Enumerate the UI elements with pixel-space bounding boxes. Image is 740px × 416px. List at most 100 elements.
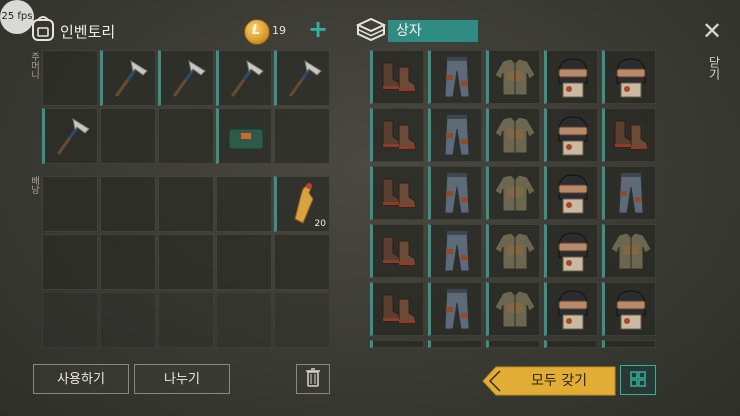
empty-slot[interactable] (158, 234, 214, 290)
chest-slot-partial (370, 340, 424, 348)
item-slot[interactable] (486, 282, 540, 336)
item-slot[interactable] (486, 50, 540, 104)
toolbox-icon (221, 111, 271, 161)
hatchet-icon (105, 53, 155, 103)
item-slot[interactable]: 20 (274, 176, 330, 232)
crate-icon (356, 17, 386, 41)
empty-slot[interactable] (274, 108, 330, 164)
empty-slot[interactable] (158, 108, 214, 164)
chest-slot-partial (602, 340, 656, 348)
empty-slot[interactable] (42, 176, 98, 232)
plus-icon[interactable]: + (308, 16, 328, 42)
chest-slot-partial (428, 340, 482, 348)
fps-counter: 25 fps (0, 0, 34, 34)
item-slot[interactable] (42, 108, 98, 164)
coin-icon: L (244, 19, 270, 45)
empty-slot[interactable] (100, 292, 156, 348)
boots-icon (375, 285, 423, 333)
backpack-label: 배낭 (29, 176, 39, 194)
helmet-icon (607, 53, 655, 101)
item-slot[interactable] (370, 108, 424, 162)
empty-slot[interactable] (42, 50, 98, 106)
empty-slot[interactable] (100, 108, 156, 164)
item-slot[interactable] (428, 50, 482, 104)
empty-slot[interactable] (216, 176, 272, 232)
helmet-icon (549, 53, 597, 101)
grid-view-icon (630, 371, 646, 387)
item-slot[interactable] (370, 282, 424, 336)
hatchet-icon (279, 53, 329, 103)
jacket-icon (491, 227, 539, 275)
helmet-icon (607, 285, 655, 333)
jacket-icon (607, 227, 655, 275)
jacket-icon (491, 111, 539, 159)
item-slot[interactable] (544, 108, 598, 162)
helmet-icon (549, 169, 597, 217)
backpack-icon (30, 14, 56, 42)
pocket-label: 주머니 (29, 52, 39, 79)
pants-icon (433, 227, 481, 275)
take-all-label: 모두 갖기 (531, 373, 587, 389)
item-slot[interactable] (428, 166, 482, 220)
close-icon[interactable]: ✕ (702, 18, 722, 44)
item-slot[interactable] (370, 166, 424, 220)
item-count: 20 (314, 219, 326, 229)
pants-icon (433, 53, 481, 101)
empty-slot[interactable] (42, 292, 98, 348)
item-slot[interactable] (216, 108, 272, 164)
empty-slot[interactable] (100, 176, 156, 232)
close-label[interactable]: 닫기 (706, 56, 723, 80)
helmet-icon (549, 285, 597, 333)
chest-title: 상자 (388, 20, 478, 42)
item-slot[interactable] (428, 224, 482, 278)
item-slot[interactable] (274, 50, 330, 106)
item-slot[interactable] (602, 224, 656, 278)
boots-icon (375, 53, 423, 101)
chest-slot-partial (544, 340, 598, 348)
item-slot[interactable] (544, 166, 598, 220)
item-slot[interactable] (602, 108, 656, 162)
item-slot[interactable] (486, 108, 540, 162)
trash-button[interactable] (296, 364, 330, 394)
use-button[interactable]: 사용하기 (33, 364, 129, 394)
item-slot[interactable] (602, 50, 656, 104)
chest-slot-partial (486, 340, 540, 348)
item-slot[interactable] (486, 166, 540, 220)
jacket-icon (491, 53, 539, 101)
item-slot[interactable] (158, 50, 214, 106)
hatchet-icon (163, 53, 213, 103)
item-slot[interactable] (100, 50, 156, 106)
empty-slot[interactable] (100, 234, 156, 290)
empty-slot[interactable] (42, 234, 98, 290)
boots-icon (375, 169, 423, 217)
empty-slot[interactable] (274, 234, 330, 290)
hatchet-icon (221, 53, 271, 103)
item-slot[interactable] (428, 282, 482, 336)
item-slot[interactable] (602, 282, 656, 336)
item-slot[interactable] (370, 50, 424, 104)
item-slot[interactable] (602, 166, 656, 220)
jacket-icon (491, 169, 539, 217)
inventory-title: 인벤토리 (60, 23, 116, 41)
take-all-button[interactable]: 모두 갖기 (482, 366, 616, 396)
boots-icon (607, 111, 655, 159)
empty-slot[interactable] (158, 292, 214, 348)
grid-view-button[interactable] (620, 365, 656, 395)
item-slot[interactable] (216, 50, 272, 106)
empty-slot[interactable] (158, 176, 214, 232)
item-slot[interactable] (544, 224, 598, 278)
empty-slot[interactable] (274, 292, 330, 348)
item-slot[interactable] (370, 224, 424, 278)
coin-count: 19 (272, 24, 286, 37)
hatchet-icon (47, 111, 97, 161)
empty-slot[interactable] (216, 292, 272, 348)
pants-icon (433, 285, 481, 333)
item-slot[interactable] (486, 224, 540, 278)
pants-icon (607, 169, 655, 217)
split-button[interactable]: 나누기 (134, 364, 230, 394)
pants-icon (433, 111, 481, 159)
item-slot[interactable] (428, 108, 482, 162)
empty-slot[interactable] (216, 234, 272, 290)
item-slot[interactable] (544, 50, 598, 104)
item-slot[interactable] (544, 282, 598, 336)
